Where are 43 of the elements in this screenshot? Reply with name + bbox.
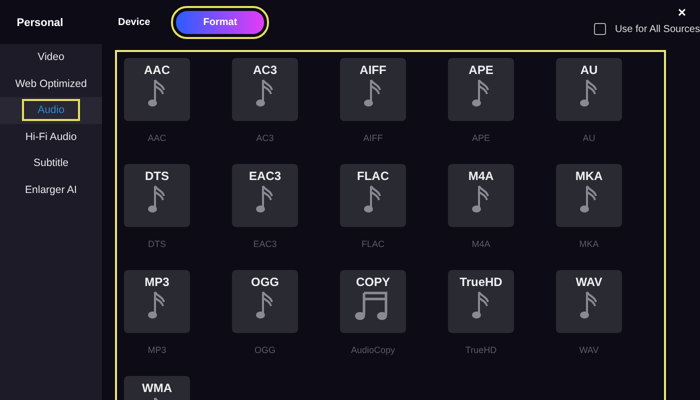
- format-caption: AAC: [146, 133, 168, 143]
- format-caption: MKA: [578, 239, 600, 249]
- sidebar-item[interactable]: Enlarger AI: [0, 176, 102, 203]
- format-caption: AU: [582, 133, 596, 143]
- format-caption: OGG: [253, 345, 276, 355]
- format-caption: AC3: [255, 133, 275, 143]
- format-tile[interactable]: EAC3: [232, 164, 298, 227]
- panel-title: Personal: [16, 17, 64, 29]
- format-tile[interactable]: WMA: [124, 376, 190, 400]
- checkbox[interactable]: [594, 23, 606, 35]
- format-caption: DTS: [147, 239, 167, 249]
- format-tile[interactable]: AC3: [232, 58, 298, 121]
- format-caption: FLAC: [360, 239, 386, 249]
- format-tile[interactable]: TrueHD: [448, 270, 514, 333]
- tab[interactable]: Format: [176, 10, 264, 34]
- format-caption: M4A: [470, 239, 492, 249]
- format-tile[interactable]: AU: [556, 58, 622, 121]
- format-caption: AudioCopy: [350, 345, 396, 355]
- format-tile[interactable]: FLAC: [340, 164, 406, 227]
- sidebar-item[interactable]: Audio: [0, 97, 102, 124]
- tab[interactable]: Device: [118, 16, 150, 28]
- format-tile[interactable]: MKA: [556, 164, 622, 227]
- format-caption: WAV: [578, 345, 600, 355]
- format-tile[interactable]: AIFF: [340, 58, 406, 121]
- format-tile[interactable]: AAC: [124, 58, 190, 121]
- format-caption: APE: [470, 133, 491, 143]
- format-tile[interactable]: COPY: [340, 270, 406, 333]
- format-tile[interactable]: APE: [448, 58, 514, 121]
- sidebar-item[interactable]: Hi-Fi Audio: [0, 124, 102, 150]
- format-tile[interactable]: MP3: [124, 270, 190, 333]
- format-tile[interactable]: WAV: [556, 270, 622, 333]
- sidebar-item[interactable]: Video: [0, 44, 102, 70]
- format-tile[interactable]: M4A: [448, 164, 514, 227]
- format-tile[interactable]: DTS: [124, 164, 190, 227]
- format-caption: EAC3: [252, 239, 278, 249]
- format-caption: TrueHD: [464, 345, 498, 355]
- format-tile[interactable]: OGG: [232, 270, 298, 333]
- sidebar-item[interactable]: Subtitle: [0, 150, 102, 176]
- sidebar-item[interactable]: Web Optimized: [0, 70, 102, 97]
- format-caption: MP3: [146, 345, 168, 355]
- close-button[interactable]: ×: [678, 5, 686, 19]
- checkbox-label: Use for All Sources: [614, 24, 700, 34]
- format-caption: AIFF: [362, 133, 384, 143]
